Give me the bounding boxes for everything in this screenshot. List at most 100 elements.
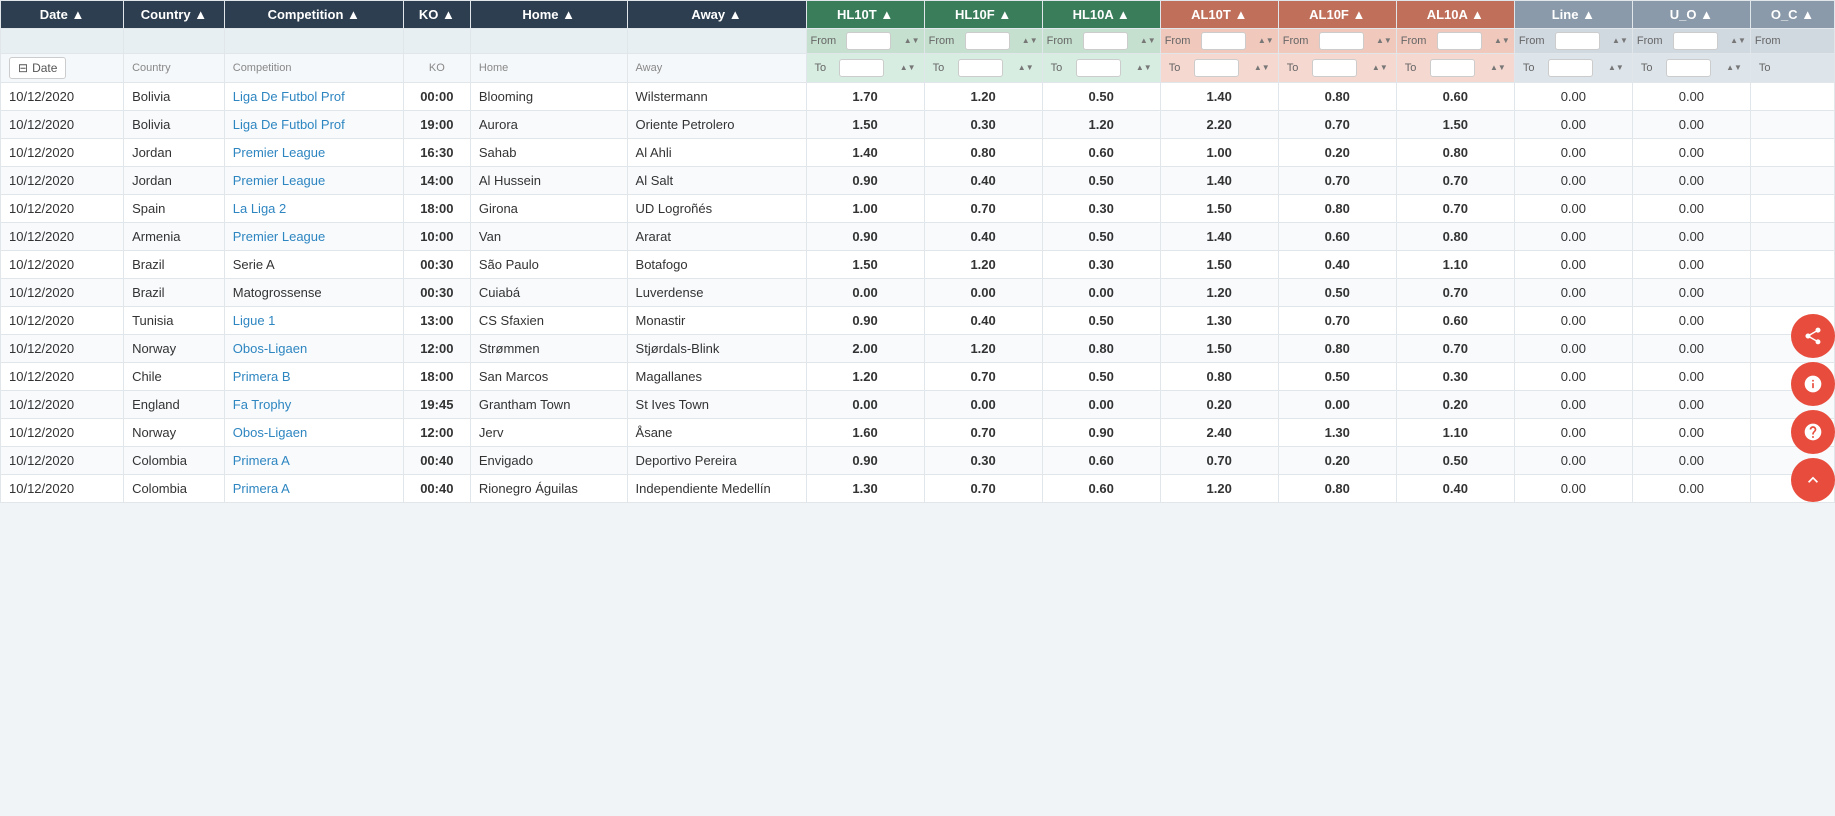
hl10f-to-input[interactable]: [958, 59, 1003, 77]
competition-link[interactable]: Primera B: [233, 369, 291, 384]
competition-link[interactable]: Primera A: [233, 481, 290, 496]
col-header-date[interactable]: Date ▲: [1, 1, 124, 29]
col-header-competition[interactable]: Competition ▲: [224, 1, 403, 29]
hl10a-from-spinner[interactable]: ▲▼: [1140, 37, 1156, 45]
hl10f-from-input[interactable]: [965, 32, 1010, 50]
al10t-from-input[interactable]: [1201, 32, 1246, 50]
cell-date: 10/12/2020: [1, 251, 124, 279]
cell-al10f: 0.20: [1278, 447, 1396, 475]
hl10f-from-cell: From ▲▼: [924, 29, 1042, 54]
al10a-from-spinner[interactable]: ▲▼: [1494, 37, 1510, 45]
cell-al10a: 0.40: [1396, 475, 1514, 503]
cell-ko: 18:00: [403, 363, 470, 391]
cell-home: São Paulo: [470, 251, 627, 279]
hl10a-to-spinner[interactable]: ▲▼: [1136, 64, 1152, 72]
cell-competition[interactable]: Premier League: [224, 139, 403, 167]
al10t-to-spinner[interactable]: ▲▼: [1254, 64, 1270, 72]
cell-competition[interactable]: Primera A: [224, 447, 403, 475]
cell-competition[interactable]: Obos-Ligaen: [224, 335, 403, 363]
line-from-spinner[interactable]: ▲▼: [1612, 37, 1628, 45]
cell-competition[interactable]: La Liga 2: [224, 195, 403, 223]
competition-link[interactable]: Obos-Ligaen: [233, 341, 307, 356]
cell-competition[interactable]: Ligue 1: [224, 307, 403, 335]
col-header-country[interactable]: Country ▲: [124, 1, 225, 29]
al10f-from-spinner[interactable]: ▲▼: [1376, 37, 1392, 45]
al10t-from-spinner[interactable]: ▲▼: [1258, 37, 1274, 45]
competition-link[interactable]: Premier League: [233, 229, 326, 244]
cell-home: Girona: [470, 195, 627, 223]
cell-competition[interactable]: Premier League: [224, 223, 403, 251]
cell-competition[interactable]: Liga De Futbol Prof: [224, 83, 403, 111]
hl10f-to-spinner[interactable]: ▲▼: [1018, 64, 1034, 72]
competition-link[interactable]: Obos-Ligaen: [233, 425, 307, 440]
table-row: 10/12/2020 Colombia Primera A 00:40 Envi…: [1, 447, 1835, 475]
cell-hl10t: 1.00: [806, 195, 924, 223]
cell-competition[interactable]: Obos-Ligaen: [224, 419, 403, 447]
scroll-up-button[interactable]: [1791, 458, 1835, 502]
col-header-al10a[interactable]: AL10A ▲: [1396, 1, 1514, 29]
col-header-al10f[interactable]: AL10F ▲: [1278, 1, 1396, 29]
cell-away: Monastir: [627, 307, 806, 335]
cell-home: Al Hussein: [470, 167, 627, 195]
col-header-hl10f[interactable]: HL10F ▲: [924, 1, 1042, 29]
cell-uo: 0.00: [1632, 307, 1750, 335]
al10f-from-input[interactable]: [1319, 32, 1364, 50]
competition-link[interactable]: Liga De Futbol Prof: [233, 117, 345, 132]
uo-from-input[interactable]: [1673, 32, 1718, 50]
hl10a-to-input[interactable]: [1076, 59, 1121, 77]
line-to-spinner[interactable]: ▲▼: [1608, 64, 1624, 72]
competition-link[interactable]: Premier League: [233, 173, 326, 188]
hl10t-to-spinner[interactable]: ▲▼: [900, 64, 916, 72]
competition-link[interactable]: Ligue 1: [233, 313, 276, 328]
competition-link[interactable]: Fa Trophy: [233, 397, 292, 412]
competition-link[interactable]: Primera A: [233, 453, 290, 468]
al10a-to-spinner[interactable]: ▲▼: [1490, 64, 1506, 72]
hl10f-from-spinner[interactable]: ▲▼: [1022, 37, 1038, 45]
cell-competition[interactable]: Premier League: [224, 167, 403, 195]
line-from-input[interactable]: [1555, 32, 1600, 50]
cell-hl10f: 1.20: [924, 251, 1042, 279]
uo-to-input[interactable]: [1666, 59, 1711, 77]
col-header-hl10a[interactable]: HL10A ▲: [1042, 1, 1160, 29]
col-header-oc[interactable]: O_C ▲: [1750, 1, 1834, 29]
cell-hl10t: 1.50: [806, 111, 924, 139]
uo-to-spinner[interactable]: ▲▼: [1726, 64, 1742, 72]
competition-link[interactable]: Liga De Futbol Prof: [233, 89, 345, 104]
hl10t-to-input[interactable]: [839, 59, 884, 77]
cell-competition[interactable]: Fa Trophy: [224, 391, 403, 419]
col-header-al10t[interactable]: AL10T ▲: [1160, 1, 1278, 29]
side-buttons-panel: [1791, 314, 1835, 502]
cell-hl10f: 0.70: [924, 363, 1042, 391]
uo-from-spinner[interactable]: ▲▼: [1730, 37, 1746, 45]
cell-competition[interactable]: Primera B: [224, 363, 403, 391]
hl10a-from-input[interactable]: [1083, 32, 1128, 50]
cell-country: Colombia: [124, 447, 225, 475]
cell-date: 10/12/2020: [1, 223, 124, 251]
line-to-input[interactable]: [1548, 59, 1593, 77]
al10t-to-input[interactable]: [1194, 59, 1239, 77]
col-header-home[interactable]: Home ▲: [470, 1, 627, 29]
hl10t-from-input[interactable]: [846, 32, 891, 50]
cell-line: 0.00: [1514, 251, 1632, 279]
col-header-hl10t[interactable]: HL10T ▲: [806, 1, 924, 29]
question-icon: [1803, 422, 1823, 442]
col-header-line[interactable]: Line ▲: [1514, 1, 1632, 29]
cell-competition[interactable]: Primera A: [224, 475, 403, 503]
col-header-away[interactable]: Away ▲: [627, 1, 806, 29]
al10a-to-input[interactable]: [1430, 59, 1475, 77]
competition-link[interactable]: La Liga 2: [233, 201, 287, 216]
col-header-ko[interactable]: KO ▲: [403, 1, 470, 29]
share-button[interactable]: [1791, 314, 1835, 358]
al10f-to-spinner[interactable]: ▲▼: [1372, 64, 1388, 72]
al10f-to-input[interactable]: [1312, 59, 1357, 77]
al10a-from-input[interactable]: [1437, 32, 1482, 50]
hl10t-from-spinner[interactable]: ▲▼: [904, 37, 920, 45]
info-button[interactable]: [1791, 362, 1835, 406]
date-filter-button[interactable]: ⊟ Date: [9, 57, 66, 79]
cell-hl10t: 0.90: [806, 223, 924, 251]
cell-competition[interactable]: Liga De Futbol Prof: [224, 111, 403, 139]
competition-link[interactable]: Premier League: [233, 145, 326, 160]
help-button[interactable]: [1791, 410, 1835, 454]
cell-hl10a: 0.50: [1042, 223, 1160, 251]
col-header-uo[interactable]: U_O ▲: [1632, 1, 1750, 29]
